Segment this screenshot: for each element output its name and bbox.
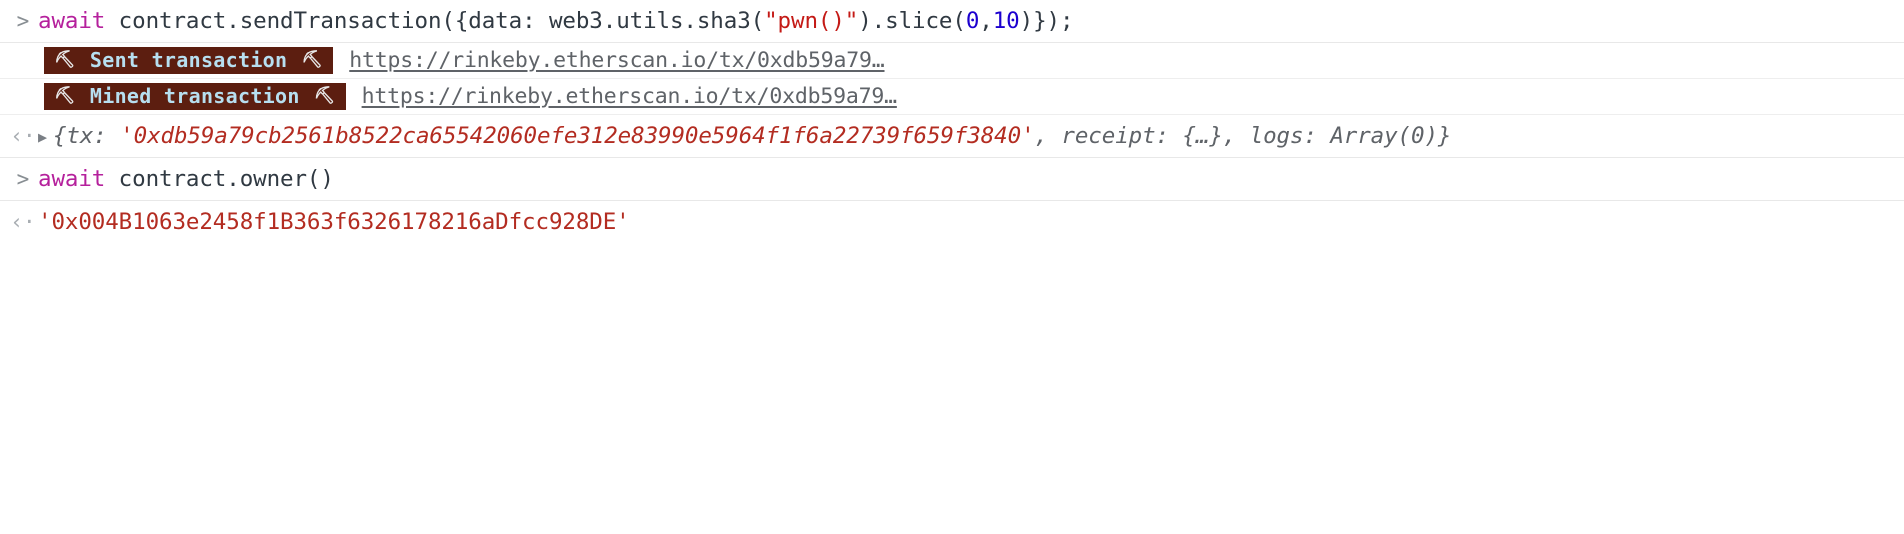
console-empty-space[interactable] <box>0 234 1904 534</box>
console-output-object-row[interactable]: ‹· ▶ {tx: '0xdb59a79cb2561b8522ca65542060… <box>0 115 1904 158</box>
devtools-console-panel[interactable]: > await contract.sendTransaction({data: … <box>0 0 1904 534</box>
code-token-keyword: await <box>38 165 106 192</box>
code-token-plain: )}); <box>1019 7 1074 34</box>
mined-transaction-badge: ⛏ Mined transaction ⛏ <box>44 83 346 110</box>
pickaxe-icon: ⛏ <box>301 49 324 70</box>
expand-triangle-icon[interactable]: ▶ <box>38 129 47 145</box>
console-input-row[interactable]: > await contract.sendTransaction({data: … <box>0 0 1904 43</box>
sent-transaction-row[interactable]: ⛏ Sent transaction ⛏ https://rinkeby.eth… <box>0 43 1904 79</box>
code-token-number: 0 <box>965 7 980 34</box>
mined-transaction-row[interactable]: ⛏ Mined transaction ⛏ https://rinkeby.et… <box>0 79 1904 115</box>
code-token-string: "pwn()" <box>764 7 859 34</box>
pickaxe-icon: ⛏ <box>313 85 336 106</box>
sent-transaction-badge-label: Sent transaction <box>89 48 288 72</box>
code-token-plain: contract.sendTransaction({data: web3.uti… <box>105 7 765 34</box>
output-marker-icon: ‹· <box>10 123 36 148</box>
mined-transaction-badge-label: Mined transaction <box>89 84 300 108</box>
prompt-marker-icon: > <box>16 8 30 33</box>
pickaxe-icon: ⛏ <box>54 49 76 70</box>
pickaxe-icon: ⛏ <box>54 85 76 106</box>
console-output-string: '0x004B1063e2458f1B363f6326178216aDfcc92… <box>38 208 630 235</box>
console-output-object[interactable]: ▶ {tx: '0xdb59a79cb2561b8522ca65542060efe… <box>38 125 1451 148</box>
code-token-number: 10 <box>992 7 1020 34</box>
prompt-marker-icon: > <box>16 166 30 191</box>
code-token-keyword: await <box>38 7 106 34</box>
code-token-plain: , <box>979 7 993 34</box>
output-marker-icon: ‹· <box>10 209 36 234</box>
sent-transaction-link[interactable]: https://rinkeby.etherscan.io/tx/0xdb59a7… <box>349 50 884 72</box>
console-input-code: await contract.sendTransaction({data: we… <box>38 7 1074 34</box>
mined-transaction-link[interactable]: https://rinkeby.etherscan.io/tx/0xdb59a7… <box>362 86 897 108</box>
object-preview-suffix: , receipt: {…}, logs: Array(0)} <box>1034 122 1452 149</box>
object-preview-tx-hash: '0xdb59a79cb2561b8522ca65542060efe312e83… <box>120 122 1035 149</box>
code-token-plain: contract.owner() <box>105 165 334 192</box>
console-input-code: await contract.owner() <box>38 168 334 191</box>
code-token-plain: ).slice( <box>858 7 966 34</box>
object-preview-prefix: {tx: <box>52 122 121 149</box>
sent-transaction-badge: ⛏ Sent transaction ⛏ <box>44 47 334 74</box>
console-input-row[interactable]: > await contract.owner() <box>0 158 1904 201</box>
